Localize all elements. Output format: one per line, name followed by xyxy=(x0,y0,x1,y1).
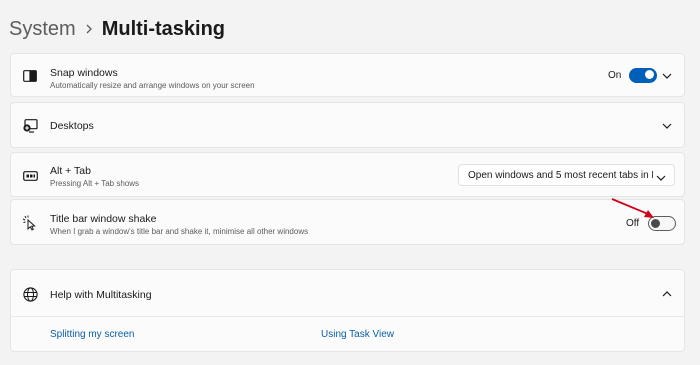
alt-tab-selected-value: Open windows and 5 most recent tabs in M xyxy=(468,169,653,181)
snap-layout-icon xyxy=(22,68,38,84)
splitting-my-screen-link[interactable]: Splitting my screen xyxy=(50,329,134,340)
using-task-view-link[interactable]: Using Task View xyxy=(321,329,394,340)
desktops-title: Desktops xyxy=(50,120,94,132)
globe-icon xyxy=(22,286,38,302)
snap-windows-toggle[interactable] xyxy=(629,68,657,83)
alt-tab-subtitle: Pressing Alt + Tab shows xyxy=(50,179,140,188)
chevron-down-icon xyxy=(656,170,666,181)
help-divider xyxy=(11,316,684,317)
title-bar-shake-card: Title bar window shake When I grab a win… xyxy=(10,199,685,245)
desktops-icon xyxy=(22,118,38,134)
chevron-up-icon[interactable] xyxy=(661,288,673,300)
alt-tab-card: Alt + Tab Pressing Alt + Tab shows Open … xyxy=(10,152,685,197)
help-title: Help with Multitasking xyxy=(50,289,152,301)
alt-tab-title: Alt + Tab xyxy=(50,165,91,177)
desktops-card[interactable]: Desktops xyxy=(10,102,685,148)
snap-windows-title: Snap windows xyxy=(50,67,118,79)
snap-windows-card[interactable]: Snap windows Automatically resize and ar… xyxy=(10,53,685,97)
annotation-arrow-icon xyxy=(611,198,654,218)
page-title: Multi-tasking xyxy=(101,17,226,40)
title-bar-shake-subtitle: When I grab a window's title bar and sha… xyxy=(50,227,309,236)
title-bar-shake-title: Title bar window shake xyxy=(50,213,157,225)
chevron-right-icon xyxy=(76,24,102,34)
breadcrumb-system[interactable]: System xyxy=(9,18,76,41)
alt-tab-icon xyxy=(22,168,38,184)
chevron-down-icon[interactable] xyxy=(661,120,673,132)
chevron-down-icon[interactable] xyxy=(661,70,673,82)
help-card: Help with Multitasking Splitting my scre… xyxy=(10,269,685,352)
cursor-shake-icon xyxy=(22,215,38,231)
snap-windows-subtitle: Automatically resize and arrange windows… xyxy=(50,81,255,90)
alt-tab-dropdown[interactable]: Open windows and 5 most recent tabs in M xyxy=(458,164,675,186)
breadcrumb: System Multi-tasking xyxy=(9,14,225,44)
snap-toggle-label: On xyxy=(608,70,622,81)
